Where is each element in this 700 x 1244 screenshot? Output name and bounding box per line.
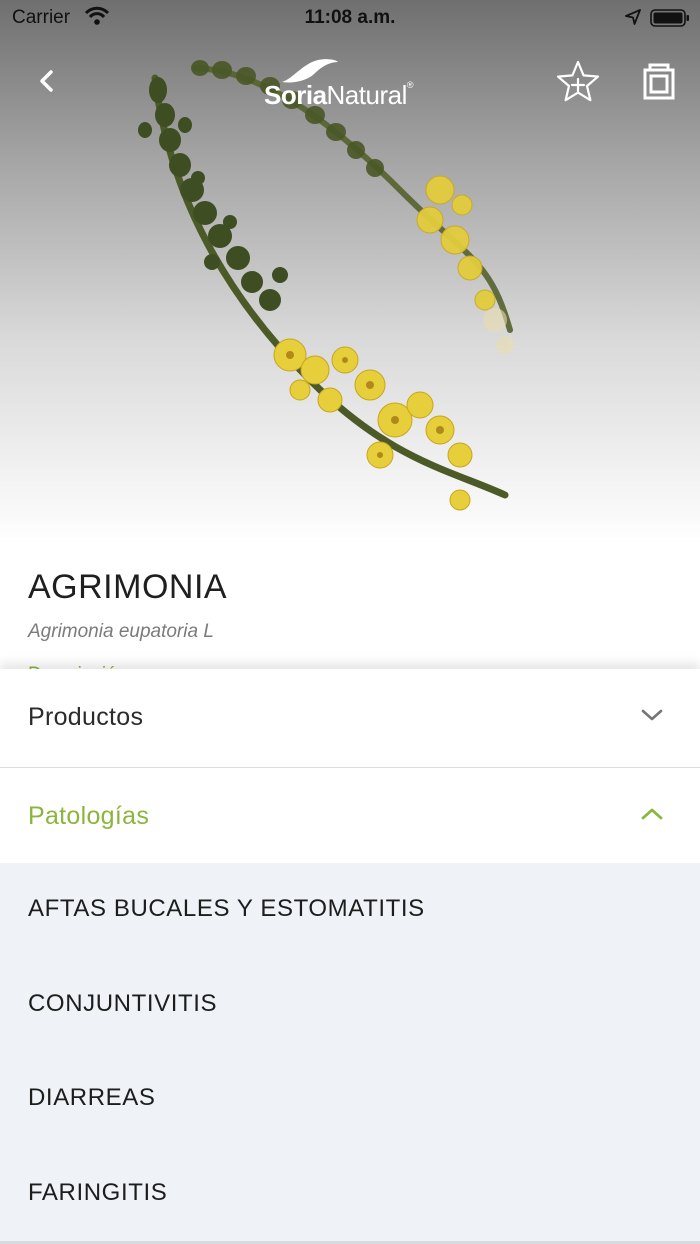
list-item-label: CONJUNTIVITIS: [28, 989, 218, 1017]
location-arrow-icon: [625, 9, 641, 25]
battery-icon: [650, 9, 689, 27]
plant-name: AGRIMONIA: [28, 568, 228, 606]
accordion-patologias[interactable]: Patologías: [0, 768, 700, 863]
list-item-label: FARINGITIS: [28, 1178, 168, 1206]
brand-logo: SoriaNatural®: [264, 56, 438, 111]
accordion-sheet: Productos Patologías AFTAS BUCALES Y EST…: [0, 669, 700, 1244]
list-item[interactable]: FARINGITIS: [0, 1147, 700, 1242]
logo-rest-text: Natural: [326, 80, 408, 110]
list-item[interactable]: DIARREAS: [0, 1052, 700, 1147]
list-item-label: AFTAS BUCALES Y ESTOMATITIS: [28, 895, 425, 922]
chevron-down-icon: [641, 709, 663, 721]
productos-label: Productos: [28, 703, 144, 731]
logo-registered-mark: ®: [406, 80, 414, 90]
logo-text: SoriaNatural®: [264, 80, 414, 111]
plant-scientific-name: Agrimonia eupatoria L: [28, 621, 214, 642]
clock: 11:08 a.m.: [304, 7, 396, 28]
list-item-label: DIARREAS: [28, 1084, 156, 1111]
accordion-productos[interactable]: Productos: [0, 669, 700, 768]
logo-bold-text: Soria: [264, 80, 327, 110]
back-chevron-icon[interactable]: [30, 64, 64, 98]
star-plus-icon[interactable]: [555, 59, 601, 105]
gallery-icon[interactable]: [638, 60, 680, 102]
plant-title-block: AGRIMONIA Agrimonia eupatoria L: [28, 568, 668, 643]
chevron-up-icon: [641, 808, 663, 820]
pathologies-list: AFTAS BUCALES Y ESTOMATITIS CONJUNTIVITI…: [0, 863, 700, 1241]
patologias-label: Patologías: [28, 802, 150, 830]
list-item[interactable]: AFTAS BUCALES Y ESTOMATITIS: [0, 863, 700, 958]
list-item[interactable]: CONJUNTIVITIS: [0, 958, 700, 1053]
status-bar: Carrier 11:08 a.m.: [0, 0, 700, 36]
